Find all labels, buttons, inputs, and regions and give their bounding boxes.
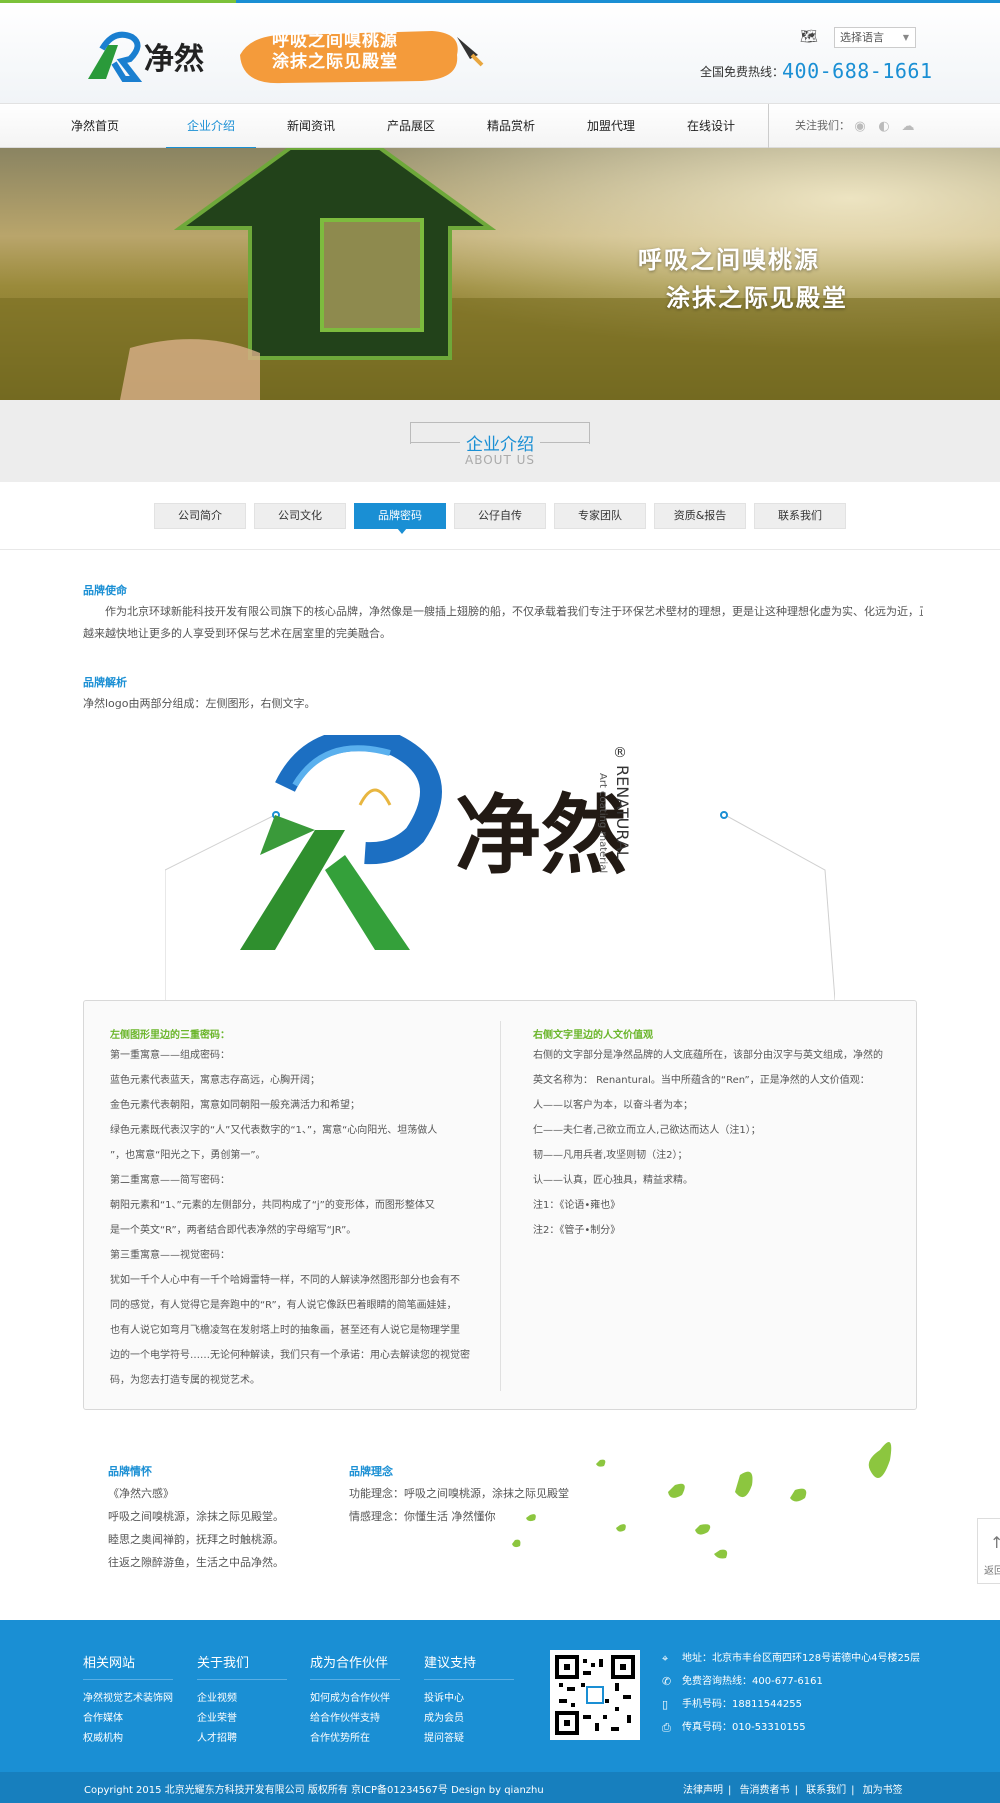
logo-en-subtitle: Art coating material [597,773,608,873]
language-select[interactable]: 选择语言 ▼ [834,27,916,48]
follow-label: 关注我们： [795,119,850,132]
brand-concept-title: 品牌理念 [349,1465,393,1478]
hero-slogan-line2: 涂抹之际见殿堂 [666,283,848,312]
section-title: 企业介绍 [466,435,534,455]
arrow-up-icon: ↑ [990,1533,1000,1552]
footer-bottom-bar: Copyright 2015 北京光耀东方科技开发有限公司 版权所有 京ICP备… [0,1772,1000,1803]
footer-link[interactable]: 人才招聘 [197,1729,287,1749]
left-panel-text: 第一重寓意——组成密码： 蓝色元素代表蓝天，寓意志存高远，心胸开阔； 金色元素代… [110,1050,470,1386]
footer-link[interactable]: 净然视觉艺术装饰网 [83,1689,173,1709]
footer-link[interactable]: 投诉中心 [424,1689,514,1709]
nav-item-franchise[interactable]: 加盟代理 [566,104,656,149]
footer-link[interactable]: 企业视频 [197,1689,287,1709]
contact-fax: 传真号码：010-53310155 [682,1722,806,1733]
location-icon: ⌖ [662,1652,669,1665]
footer-col-about: 关于我们 企业视频 企业荣誉 人才招聘 [197,1652,287,1749]
nav-item-design[interactable]: 在线设计 [666,104,756,149]
footer-link[interactable]: 权威机构 [83,1729,173,1749]
section-header: 企业介绍 ABOUT US [0,400,1000,482]
weibo-icon[interactable]: ◉ [852,119,868,135]
consumer-notice-link[interactable]: 告消费者书 [740,1785,790,1796]
nav-item-home[interactable]: 净然首页 [50,104,140,149]
tab-brand-code[interactable]: 品牌密码 [354,503,446,534]
right-panel-title: 右侧文字里边的人文价值观 [533,1030,653,1041]
nav-divider [768,104,769,149]
footer-contact: ⌖ 地址：北京市丰台区南四环128号诺德中心4号楼25层 ✆ 免费咨询热线：400-… [662,1652,920,1744]
right-panel-text: 右侧的文字部分是净然品牌的人文底蕴所在，该部分由汉字与英文组成，净然的 英文名称… [533,1050,883,1236]
mission-line2: 越来越快地让更多的人享受到环保与艺术在居室里的完美融合。 [83,627,391,640]
footer-col-support: 建议支持 投诉中心 成为会员 提问答疑 [424,1652,514,1749]
site-footer: 相关网站 净然视觉艺术装饰网 合作媒体 权威机构 关于我们 企业视频 企业荣誉 … [0,1620,1000,1803]
hotline-number: 400-688-1661 [782,59,933,83]
nav-item-products[interactable]: 产品展区 [366,104,456,149]
slogan-line2: 涂抹之际见殿堂 [272,52,398,72]
qq-icon[interactable]: ◐ [876,119,892,135]
slogan-line1: 呼吸之间嗅桃源 [272,31,398,51]
footer-col-related: 相关网站 净然视觉艺术装饰网 合作媒体 权威机构 [83,1652,173,1749]
footer-link[interactable]: 提问答疑 [424,1729,514,1749]
registered-mark: ® [613,745,627,761]
tab-expert-team[interactable]: 专家团队 [554,503,646,529]
brand-feelings-title: 品牌情怀 [108,1465,152,1478]
wechat-icon[interactable]: ☁ [900,119,916,135]
footer-link[interactable]: 企业荣誉 [197,1709,287,1729]
nav-item-about[interactable]: 企业介绍 [166,104,256,149]
tab-company-culture[interactable]: 公司文化 [254,503,346,529]
footer-link[interactable]: 合作媒体 [83,1709,173,1729]
footer-link[interactable]: 如何成为合作伙伴 [310,1689,400,1709]
tab-mascot-story[interactable]: 公仔自传 [454,503,546,529]
chevron-down-icon: ▼ [902,33,909,42]
analysis-heading: 品牌解析 [83,676,127,689]
back-to-top-button[interactable]: ↑ 返回 [977,1518,1000,1584]
hero-banner: 呼吸之间嗅桃源 涂抹之际见殿堂 [0,148,1000,400]
brand-concept-text: 功能理念：呼吸之间嗅桃源，涂抹之际见殿堂 情感理念：你懂生活 净然懂你 [349,1487,569,1523]
tab-company-intro[interactable]: 公司简介 [154,503,246,529]
contact-mobile: 手机号码：18811544255 [682,1699,802,1710]
mobile-icon: ▯ [662,1698,669,1711]
fax-icon: ⎙ [662,1721,671,1734]
slogan-banner: 呼吸之间嗅桃源 涂抹之际见殿堂 [232,25,497,95]
qr-code [550,1650,640,1740]
logo-en-wordmark: RENATURAL [613,765,632,860]
analysis-text: 净然logo由两部分组成：左侧图形，右侧文字。 [83,697,316,710]
bookmark-link[interactable]: 加为书签 [863,1785,903,1796]
nav-item-news[interactable]: 新闻资讯 [266,104,356,149]
brand-logo[interactable]: 净然 [84,25,204,87]
world-map-icon: 🗺 [800,29,818,45]
footer-link[interactable]: 成为会员 [424,1709,514,1729]
footer-link[interactable]: 合作优势所在 [310,1729,400,1749]
hero-slogan-line1: 呼吸之间嗅桃源 [638,245,820,274]
legal-link[interactable]: 法律声明 [683,1785,723,1796]
footer-col-partner: 成为合作伙伴 如何成为合作伙伴 给合作伙伴支持 合作优势所在 [310,1652,400,1749]
hotline-label: 全国免费热线： [700,65,785,79]
copyright-text: Copyright 2015 北京光耀东方科技开发有限公司 版权所有 京ICP备… [84,1785,544,1796]
phone-icon: ✆ [662,1675,672,1688]
contact-phone: 免费咨询热线：400-677-6161 [682,1676,823,1687]
footer-bottom-links: 法律声明 | 告消费者书 | 联系我们 | 加为书签 [683,1785,903,1796]
section-subtitle: ABOUT US [464,453,535,467]
logo-wordmark: 净然 [144,42,204,77]
site-header: 净然 呼吸之间嗅桃源 涂抹之际见殿堂 🗺 选择语言 ▼ 全国免费热线： 400-… [0,3,1000,103]
nav-item-showcase[interactable]: 精品赏析 [466,104,556,149]
footer-link[interactable]: 给合作伙伴支持 [310,1709,400,1729]
brand-feelings-text: 《净然六感》 呼吸之间嗅桃源，涂抹之际见殿堂。 睦思之奥闻禅韵，抚拜之时触桃源。… [108,1487,284,1569]
brand-code-panel: 左侧图形里边的三重密码： 第一重寓意——组成密码： 蓝色元素代表蓝天，寓意志存高… [83,1000,917,1410]
tab-contact[interactable]: 联系我们 [754,503,846,529]
brand-logo-large: 净然 RENATURAL Art coating material ® [164,729,836,1001]
left-panel-title: 左侧图形里边的三重密码： [110,1030,230,1041]
mission-heading: 品牌使命 [83,584,127,597]
contact-address: 地址：北京市丰台区南四环128号诺德中心4号楼25层 [682,1653,921,1664]
contact-link[interactable]: 联系我们 [806,1785,846,1796]
main-nav: 净然首页 企业介绍 新闻资讯 产品展区 精品赏析 加盟代理 在线设计 关注我们：… [0,103,1000,149]
sub-tabs: 公司简介 公司文化 品牌密码 公仔自传 专家团队 资质&报告 联系我们 [0,482,1000,550]
tab-qualifications[interactable]: 资质&报告 [654,503,746,529]
